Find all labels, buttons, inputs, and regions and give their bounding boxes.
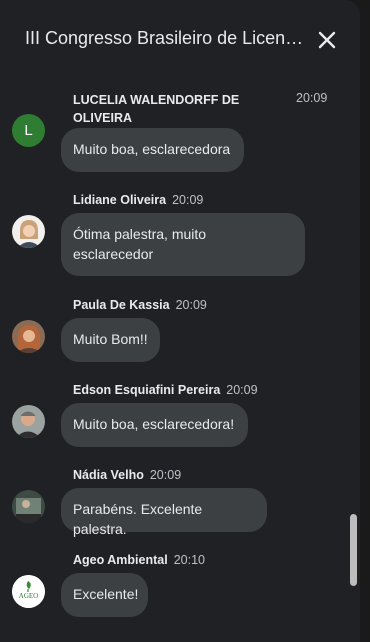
avatar xyxy=(12,490,45,523)
message-author: LUCELIA WALENDORFF DE OLIVEIRA xyxy=(73,91,239,127)
author-name: Ageo Ambiental xyxy=(73,553,168,567)
message-text-line2: esclarecedor xyxy=(73,246,154,262)
avatar-initial: L xyxy=(24,122,33,139)
author-name: Nádia Velho xyxy=(73,468,144,482)
message-bubble: Muito Bom!! xyxy=(61,318,160,362)
chat-header: III Congresso Brasileiro de Licenciatura… xyxy=(0,0,360,80)
message-bubble: Muito boa, esclarecedora xyxy=(61,128,244,172)
avatar xyxy=(12,215,45,248)
avatar: AGEO xyxy=(12,575,45,608)
avatar: L xyxy=(12,114,45,147)
user-photo-icon xyxy=(12,405,45,438)
message-time: 20:09 xyxy=(149,468,182,482)
author-name: Paula De Kassia xyxy=(73,298,170,312)
message-time: 20:09 xyxy=(172,193,204,207)
close-icon xyxy=(318,31,336,49)
message-text: Muito boa, esclarecedora xyxy=(73,141,231,157)
author-name: Edson Esquiafini Pereira xyxy=(73,383,221,397)
avatar xyxy=(12,320,45,353)
user-photo-icon xyxy=(12,320,45,353)
message-bubble: Ótima palestra, muito esclarecedor xyxy=(61,213,305,276)
message-bubble: Parabéns. Excelente palestra. xyxy=(61,488,267,537)
author-name-line1: LUCELIA WALENDORFF DE xyxy=(73,93,240,107)
message-text: Parabéns. Excelente palestra. xyxy=(73,501,203,537)
author-name-line2: OLIVEIRA xyxy=(73,111,133,125)
message-bubble: Excelente! xyxy=(61,573,148,617)
message-author: Nádia Velho 20:09 xyxy=(73,466,181,484)
user-photo-icon xyxy=(12,490,45,523)
message-author: Edson Esquiafini Pereira 20:09 xyxy=(73,381,258,399)
chat-title: III Congresso Brasileiro de Licenciatura… xyxy=(25,28,310,48)
message-author: Paula De Kassia 20:09 xyxy=(73,296,207,314)
chat-panel: III Congresso Brasileiro de Licenciatura… xyxy=(0,0,360,642)
message-time: 20:09 xyxy=(296,91,328,105)
avatar xyxy=(12,405,45,438)
scrollbar[interactable] xyxy=(350,514,357,586)
close-button[interactable] xyxy=(313,26,341,54)
message-text: Muito boa, esclarecedora! xyxy=(73,416,235,432)
message-author: Ageo Ambiental 20:10 xyxy=(73,551,205,569)
message-time: 20:09 xyxy=(226,383,258,397)
message-list[interactable]: LUCELIA WALENDORFF DE OLIVEIRA 20:09 L M… xyxy=(0,80,345,642)
author-name: Lidiane Oliveira xyxy=(73,193,167,207)
message-text: Muito Bom!! xyxy=(73,331,148,347)
message-text: Excelente! xyxy=(73,586,139,602)
message-author: Lidiane Oliveira 20:09 xyxy=(73,191,203,209)
message-text-line1: Ótima palestra, muito xyxy=(73,226,207,242)
message-bubble: Muito boa, esclarecedora! xyxy=(61,403,248,447)
user-photo-icon xyxy=(12,215,45,248)
logo-text: AGEO xyxy=(19,592,38,600)
message-time: 20:10 xyxy=(173,553,205,567)
message-time: 20:09 xyxy=(175,298,207,312)
ageo-logo: AGEO xyxy=(12,575,45,608)
